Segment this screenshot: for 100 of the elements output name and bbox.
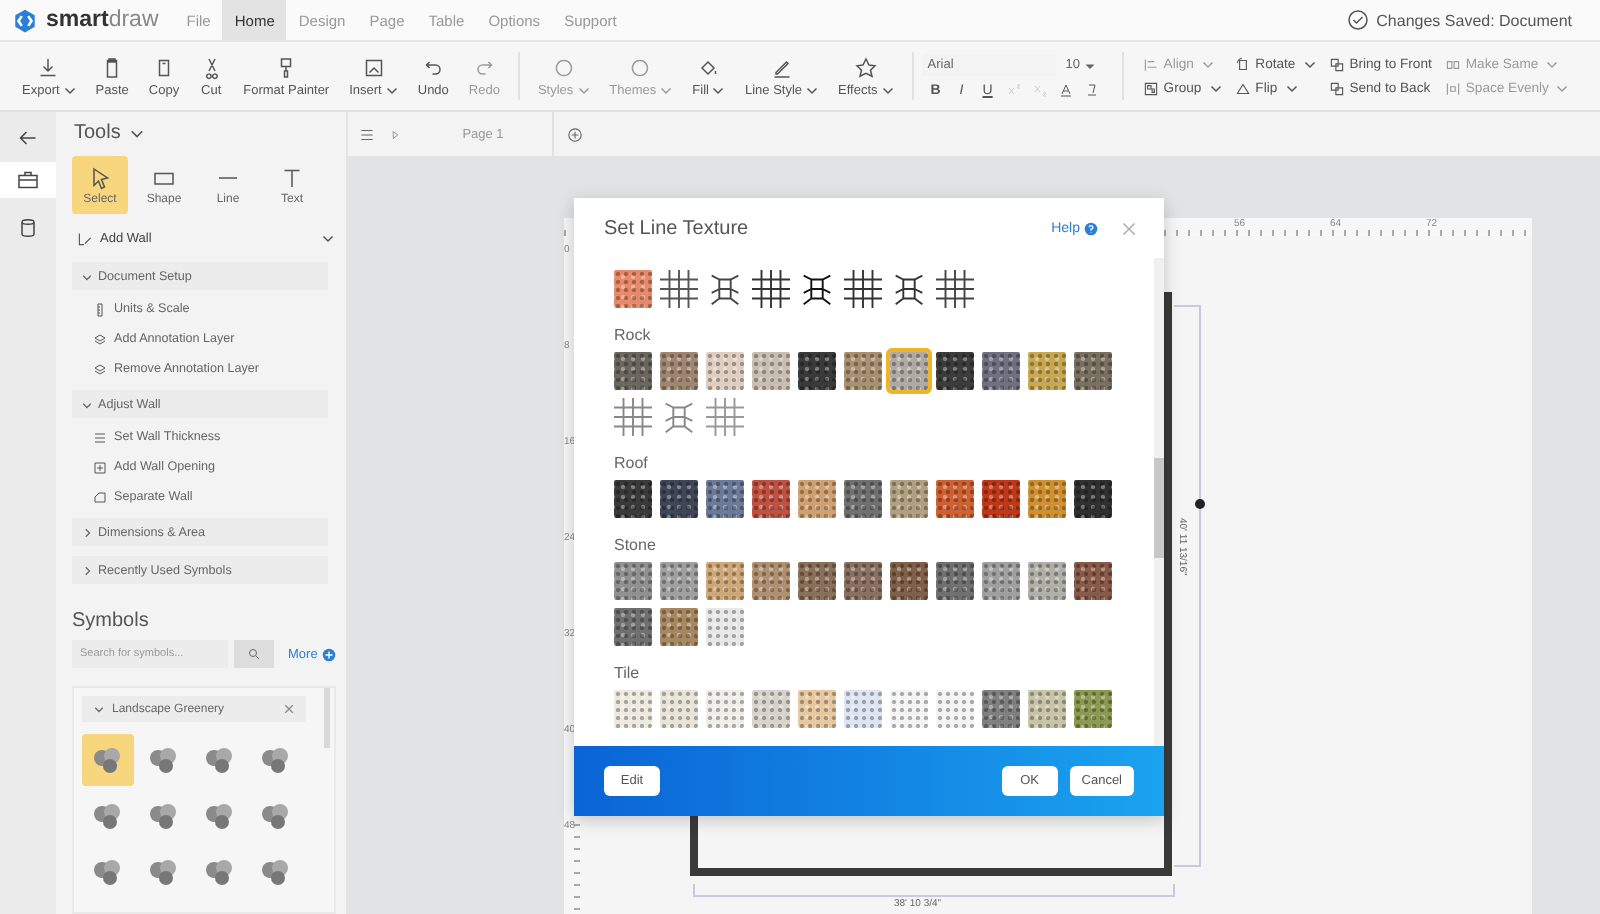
texture-swatch[interactable] bbox=[1028, 690, 1066, 728]
paint-bucket-icon bbox=[696, 55, 721, 79]
texture-swatch[interactable] bbox=[844, 352, 882, 390]
download-icon bbox=[36, 55, 61, 79]
texture-swatch[interactable] bbox=[890, 562, 928, 600]
triangle-icon bbox=[1233, 79, 1252, 97]
texture-swatch[interactable] bbox=[936, 480, 974, 518]
texture-swatch[interactable] bbox=[752, 562, 790, 600]
texture-swatch[interactable] bbox=[890, 690, 928, 728]
group-icon bbox=[1141, 79, 1160, 97]
texture-swatch[interactable] bbox=[982, 352, 1020, 390]
close-icon[interactable] bbox=[1122, 221, 1136, 235]
chevron-right-icon bbox=[82, 527, 92, 537]
texture-swatch[interactable] bbox=[706, 690, 744, 728]
lines-icon bbox=[92, 429, 108, 445]
texture-swatch[interactable] bbox=[660, 562, 698, 600]
texture-swatch[interactable] bbox=[798, 562, 836, 600]
squares-icon bbox=[1327, 55, 1346, 73]
texture-swatch[interactable] bbox=[614, 562, 652, 600]
logo-icon bbox=[12, 7, 38, 33]
texture-swatch[interactable] bbox=[706, 480, 744, 518]
texture-swatch[interactable] bbox=[614, 690, 652, 728]
texture-swatch[interactable] bbox=[614, 270, 652, 308]
pencil-icon bbox=[769, 55, 794, 79]
texture-swatch[interactable] bbox=[660, 690, 698, 728]
text-icon bbox=[280, 165, 304, 189]
add-page-icon[interactable] bbox=[566, 125, 584, 143]
back-arrow-icon[interactable] bbox=[16, 126, 40, 150]
texture-swatch[interactable] bbox=[844, 480, 882, 518]
texture-swatch[interactable] bbox=[1028, 352, 1066, 390]
texture-swatch[interactable] bbox=[844, 562, 882, 600]
chevron-right-icon bbox=[82, 565, 92, 575]
texture-swatch[interactable] bbox=[660, 352, 698, 390]
image-icon bbox=[361, 55, 386, 79]
wall-pen-icon bbox=[76, 229, 94, 247]
texture-swatch[interactable] bbox=[614, 480, 652, 518]
texture-swatch[interactable] bbox=[936, 690, 974, 728]
texture-swatch[interactable] bbox=[982, 562, 1020, 600]
save-status: Changes Saved: Document bbox=[1376, 11, 1572, 29]
texture-swatch[interactable] bbox=[798, 690, 836, 728]
align-icon bbox=[1141, 55, 1160, 73]
texture-swatch[interactable] bbox=[890, 352, 928, 390]
texture-swatch[interactable] bbox=[1028, 562, 1066, 600]
texture-swatch[interactable] bbox=[706, 562, 744, 600]
plus-circle-icon bbox=[321, 647, 336, 661]
layers-icon bbox=[92, 331, 108, 347]
caret-icon bbox=[660, 84, 673, 96]
caret-icon bbox=[1084, 59, 1097, 71]
text-color-icon[interactable] bbox=[1057, 82, 1074, 98]
caret-icon bbox=[806, 84, 819, 96]
caret-icon bbox=[712, 84, 725, 96]
texture-swatch[interactable] bbox=[660, 608, 698, 646]
texture-swatch[interactable] bbox=[844, 690, 882, 728]
texture-swatch[interactable] bbox=[936, 562, 974, 600]
texture-swatch[interactable] bbox=[1074, 562, 1112, 600]
texture-swatch[interactable] bbox=[614, 608, 652, 646]
ruler-icon bbox=[92, 301, 108, 317]
texture-swatch[interactable] bbox=[798, 480, 836, 518]
group-title: Roof bbox=[614, 454, 650, 472]
squares-icon bbox=[1327, 79, 1346, 97]
texture-swatch[interactable] bbox=[1074, 690, 1112, 728]
list-icon[interactable] bbox=[358, 125, 376, 143]
symbols-heading: Symbols bbox=[72, 610, 151, 632]
texture-swatch[interactable] bbox=[706, 352, 744, 390]
texture-swatch[interactable] bbox=[706, 608, 744, 646]
caret-icon[interactable] bbox=[130, 125, 145, 139]
texture-swatch[interactable] bbox=[982, 690, 1020, 728]
texture-swatch[interactable] bbox=[1028, 480, 1066, 518]
pointer-icon bbox=[88, 165, 112, 189]
square-plus-icon bbox=[92, 459, 108, 475]
toolbox-tab[interactable] bbox=[0, 162, 56, 198]
chevron-down-icon bbox=[94, 704, 104, 714]
equal-sizes-icon bbox=[1443, 55, 1462, 73]
plant-symbol[interactable] bbox=[82, 734, 134, 786]
texture-swatch[interactable] bbox=[752, 352, 790, 390]
caret-icon bbox=[63, 84, 76, 96]
texture-swatch[interactable] bbox=[660, 480, 698, 518]
play-icon[interactable] bbox=[388, 127, 402, 141]
texture-swatch[interactable] bbox=[752, 690, 790, 728]
texture-swatch[interactable] bbox=[1074, 352, 1112, 390]
close-icon[interactable] bbox=[284, 704, 294, 714]
clear-format-icon[interactable] bbox=[1083, 82, 1100, 98]
texture-swatch[interactable] bbox=[752, 480, 790, 518]
texture-swatch[interactable] bbox=[614, 352, 652, 390]
texture-swatch[interactable] bbox=[936, 352, 974, 390]
rotate-icon bbox=[1233, 55, 1252, 73]
shape-icon bbox=[92, 489, 108, 505]
texture-swatch[interactable] bbox=[890, 480, 928, 518]
search-icon bbox=[246, 646, 262, 662]
star-icon bbox=[853, 55, 878, 79]
texture-swatch[interactable] bbox=[798, 352, 836, 390]
search-button[interactable] bbox=[234, 640, 274, 668]
briefcase-icon bbox=[16, 168, 40, 192]
texture-swatch[interactable] bbox=[982, 480, 1020, 518]
texture-swatch[interactable] bbox=[1074, 480, 1112, 518]
chevron-down-icon bbox=[82, 399, 92, 409]
spacing-icon bbox=[1443, 79, 1462, 97]
caret-icon bbox=[881, 84, 894, 96]
question-icon bbox=[1084, 221, 1098, 235]
chevron-down-icon bbox=[82, 271, 92, 281]
